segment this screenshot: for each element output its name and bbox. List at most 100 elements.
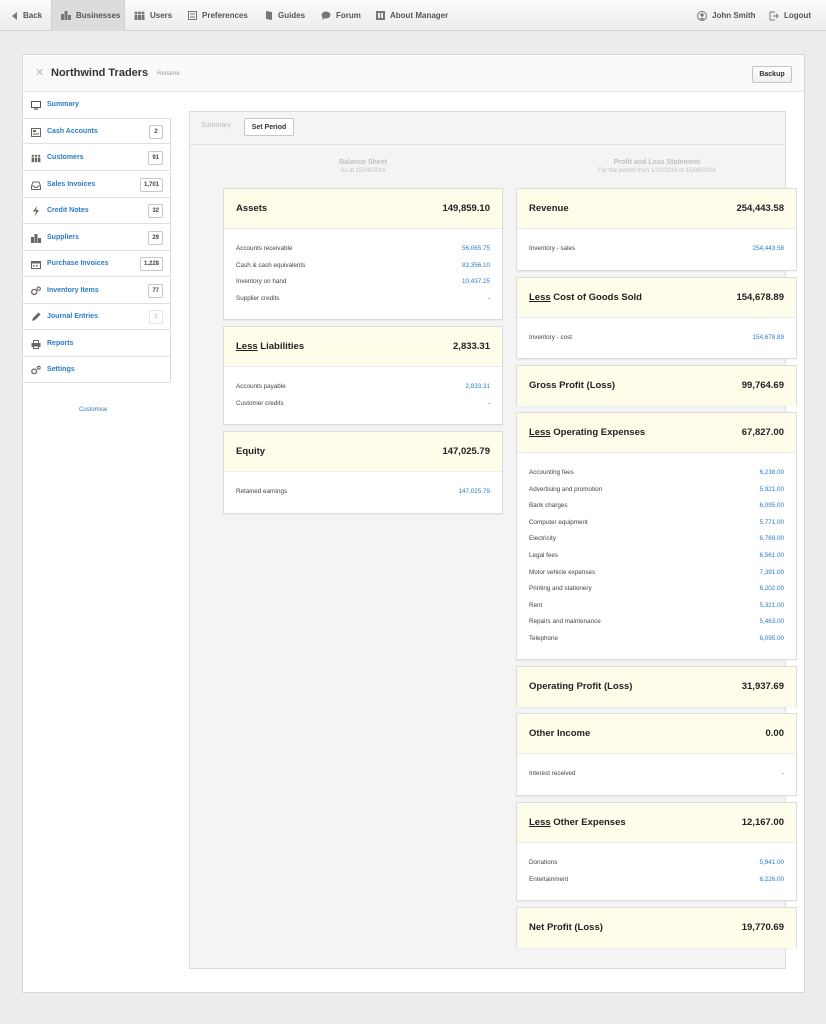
card-header: Operating Profit (Loss) 31,937.69 — [517, 667, 796, 707]
account-value[interactable]: 6,226.00 — [759, 876, 784, 883]
sidebar-item-customers[interactable]: Customers 91 — [23, 145, 171, 171]
user-menu[interactable]: John Smith — [697, 0, 756, 31]
card-title: Operating Profit (Loss) — [529, 681, 633, 692]
account-value[interactable]: 5,921.00 — [759, 486, 784, 493]
net-profit-card: Net Profit (Loss) 19,770.69 — [516, 907, 797, 948]
account-name: Inventory - cost — [529, 334, 573, 341]
card-header: Revenue 254,443.58 — [517, 189, 796, 229]
card-rows: Interest received - — [517, 754, 796, 783]
nav-about-manager[interactable]: About Manager — [376, 0, 448, 31]
sidebar-item-suppliers[interactable]: Suppliers 29 — [23, 225, 171, 251]
account-name: Motor vehicle expenses — [529, 568, 596, 576]
logout-label: Logout — [784, 11, 812, 20]
summary-panel: Summary Set Period Balance Sheet As at 1… — [189, 111, 797, 969]
card-total: 67,827.00 — [741, 427, 784, 438]
card-rows: Retained earnings 147,025.79 — [224, 472, 502, 501]
account-row: Inventory - sales 254,443.58 — [517, 241, 796, 258]
account-row: Cash & cash equivalents 83,356.10 — [224, 258, 502, 275]
account-value[interactable]: 5,321.00 — [759, 602, 784, 609]
account-name: Inventory on hand — [236, 278, 287, 286]
pnl-heading: Profit and Loss Statement For the period… — [517, 159, 797, 174]
card-title: Gross Profit (Loss) — [529, 380, 616, 391]
card-title: Equity — [236, 446, 266, 457]
card-title: Less Liabilities — [236, 341, 305, 352]
sidebar-item-settings[interactable]: Settings — [23, 357, 171, 383]
back-button[interactable]: Back — [12, 0, 42, 31]
sidebar-item-purchase-invoices[interactable]: Purchase Invoices 1,228 — [23, 251, 171, 277]
account-value[interactable]: 154,678.89 — [752, 334, 784, 341]
sidebar-item-label: Settings — [47, 366, 75, 373]
nav-businesses[interactable]: Businesses — [51, 0, 125, 31]
count-badge: 2 — [149, 125, 163, 139]
card-total: 154,678.89 — [736, 292, 784, 303]
sidebar-item-journal-entries[interactable]: Journal Entries 0 — [23, 304, 171, 330]
close-icon[interactable]: ✕ — [35, 66, 44, 79]
account-value[interactable]: 6,769.00 — [759, 535, 784, 542]
logout-button[interactable]: Logout — [769, 0, 811, 31]
sidebar-item-sales-invoices[interactable]: Sales Invoices 1,701 — [23, 172, 171, 198]
card-rows: Inventory - sales 254,443.58 — [517, 229, 796, 258]
account-value[interactable]: 5,771.00 — [759, 519, 784, 526]
backup-button[interactable]: Backup — [752, 66, 792, 83]
sidebar-item-inventory-items[interactable]: Inventory Items 77 — [23, 278, 171, 304]
account-value[interactable]: 10,437.25 — [462, 278, 490, 285]
account-row: Advertising and promotion 5,921.00 — [517, 482, 796, 499]
account-row: Accounting fees 6,238.00 — [517, 465, 796, 482]
card-header: Equity 147,025.79 — [224, 432, 502, 472]
operating-expenses-card: Less Operating Expenses 67,827.00 Accoun… — [516, 412, 797, 660]
cash-icon — [31, 127, 41, 137]
back-label: Back — [23, 11, 43, 20]
sidebar-item-credit-notes[interactable]: Credit Notes 32 — [23, 198, 171, 224]
nav-users[interactable]: Users — [134, 0, 172, 31]
sidebar-item-label: Summary — [47, 101, 79, 108]
account-value[interactable]: 7,391.00 — [759, 569, 784, 576]
top-nav-bar: Back Businesses Users Preferences Guides… — [0, 0, 826, 31]
account-value[interactable]: 6,238.00 — [759, 469, 784, 476]
card-header: Gross Profit (Loss) 99,764.69 — [517, 366, 796, 406]
nav-preferences[interactable]: Preferences — [188, 0, 248, 31]
account-value[interactable]: 6,561.00 — [759, 552, 784, 559]
sidebar-item-reports[interactable]: Reports — [23, 331, 171, 357]
tab-summary[interactable]: Summary — [201, 122, 231, 129]
account-row: Accounts payable 2,833.31 — [224, 379, 502, 396]
nav-businesses-label: Businesses — [76, 11, 121, 20]
nav-forum[interactable]: Forum — [321, 0, 361, 31]
account-value[interactable]: 5,463.00 — [759, 618, 784, 625]
account-row: Retained earnings 147,025.79 — [224, 484, 502, 501]
businesses-icon — [61, 11, 71, 20]
account-value[interactable]: 147,025.79 — [458, 488, 490, 495]
account-value[interactable]: 6,095.00 — [759, 635, 784, 642]
account-row: Computer equipment 5,771.00 — [517, 515, 796, 532]
rename-link[interactable]: Rename — [157, 71, 180, 77]
account-row: Entertainment 6,226.00 — [517, 872, 796, 889]
account-value[interactable]: 5,941.00 — [759, 859, 784, 866]
account-value[interactable]: 83,356.10 — [462, 262, 490, 269]
card-title: Other Income — [529, 728, 591, 739]
account-name: Accounting fees — [529, 469, 574, 476]
back-arrow-icon — [12, 11, 17, 20]
account-value[interactable]: 6,202.00 — [759, 585, 784, 592]
sidebar-item-summary[interactable]: Summary — [23, 92, 171, 118]
account-value[interactable]: 6,095.00 — [759, 502, 784, 509]
card-rows: Accounts payable 2,833.31 Customer credits… — [224, 367, 502, 412]
account-value[interactable]: 56,065.75 — [462, 245, 490, 252]
count-badge: 91 — [148, 151, 163, 165]
manager-logo-icon — [376, 11, 385, 20]
account-value: - — [781, 770, 784, 777]
nav-guides[interactable]: Guides — [265, 0, 305, 31]
sidebar-item-label: Journal Entries — [47, 313, 98, 320]
cogs-card: Less Cost of Goods Sold 154,678.89 Inven… — [516, 277, 797, 359]
account-value[interactable]: 2,833.31 — [465, 383, 490, 390]
account-value[interactable]: 254,443.58 — [752, 245, 784, 252]
card-total: 254,443.58 — [736, 203, 784, 214]
nav-about-label: About Manager — [390, 11, 449, 20]
book-icon — [266, 11, 272, 20]
customise-link[interactable]: Customise — [79, 407, 107, 413]
lightning-icon — [31, 206, 41, 216]
users-icon — [134, 11, 145, 20]
account-name: Printing and stationery — [529, 585, 592, 593]
account-value: - — [487, 294, 490, 302]
set-period-button[interactable]: Set Period — [244, 118, 294, 136]
sidebar-item-cash-accounts[interactable]: Cash Accounts 2 — [23, 118, 171, 144]
account-value: - — [487, 399, 490, 407]
